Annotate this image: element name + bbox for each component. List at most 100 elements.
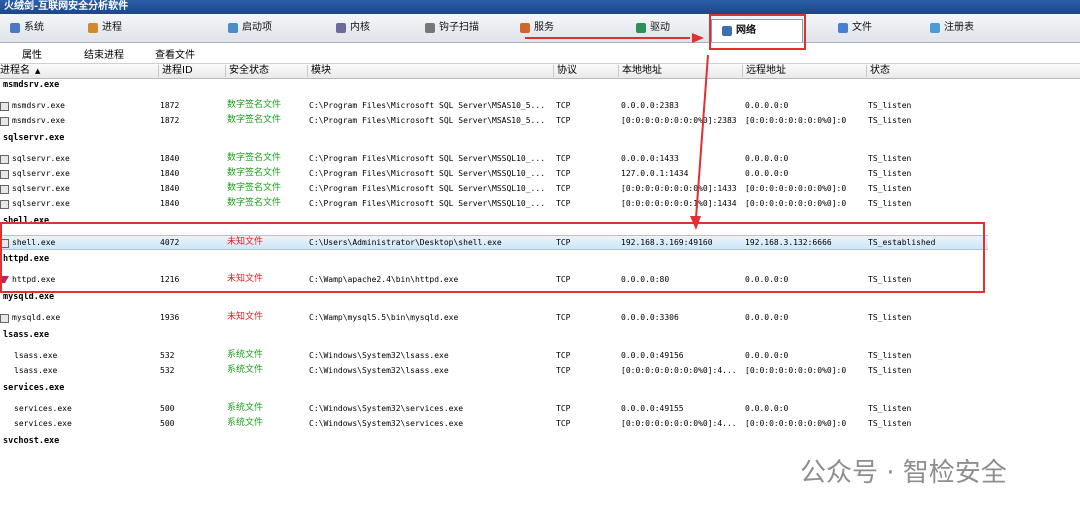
watermark: 公众号 · 智检安全 bbox=[800, 458, 1007, 488]
cell-state: TS_listen bbox=[868, 199, 912, 208]
cell-local: 0.0.0.0:49156 bbox=[621, 351, 684, 360]
cell-status: 未知文件 bbox=[227, 312, 264, 322]
cell-proto: TCP bbox=[556, 275, 571, 284]
cell-local: [0:0:0:0:0:0:0:0%0]:4... bbox=[621, 419, 737, 428]
column-header[interactable]: 协议 bbox=[553, 65, 577, 77]
cell-state: TS_listen bbox=[868, 169, 912, 178]
tab-label: 服务 bbox=[534, 22, 554, 33]
cell-module: C:\Users\Administrator\Desktop\shell.exe bbox=[309, 238, 502, 247]
cell-state: TS_listen bbox=[868, 184, 912, 193]
cell-local: [0:0:0:0:0:0:0:0%0]:4... bbox=[621, 366, 737, 375]
column-header[interactable]: 模块 bbox=[307, 65, 331, 77]
process-icon bbox=[0, 185, 9, 194]
column-header[interactable]: 进程名 bbox=[0, 65, 30, 77]
cell-module: C:\Program Files\Microsoft SQL Server\MS… bbox=[309, 116, 546, 125]
column-header[interactable]: 本地地址 bbox=[618, 65, 662, 77]
cell-proc: services.exe bbox=[14, 404, 72, 413]
tab-service[interactable]: 服务 bbox=[520, 17, 554, 39]
tab-system[interactable]: 系统 bbox=[10, 17, 44, 39]
process-group-header[interactable]: shell.exe bbox=[3, 216, 49, 226]
cell-proto: TCP bbox=[556, 116, 571, 125]
table-row[interactable]: sqlservr.exe 1840 数字签名文件 C:\Program Files\M… bbox=[0, 197, 1080, 210]
process-group-header[interactable]: sqlservr.exe bbox=[3, 133, 64, 143]
cell-status: 系统文件 bbox=[227, 403, 264, 413]
table-row[interactable]: services.exe 500 系统文件 C:\Windows\System32\s… bbox=[0, 417, 1080, 430]
cell-proto: TCP bbox=[556, 154, 571, 163]
tab-label: 注册表 bbox=[944, 22, 974, 33]
tab-file[interactable]: 文件 bbox=[838, 17, 872, 39]
table-row[interactable]: lsass.exe 532 系统文件 C:\Windows\System32\lsas… bbox=[0, 349, 1080, 362]
table-row[interactable]: msmdsrv.exe 1872 数字签名文件 C:\Program Files\Mi… bbox=[0, 114, 1080, 127]
process-group-header[interactable]: httpd.exe bbox=[3, 254, 49, 264]
cell-local: 0.0.0.0:1433 bbox=[621, 154, 679, 163]
cell-proto: TCP bbox=[556, 101, 571, 110]
cell-proc: lsass.exe bbox=[14, 351, 58, 360]
cell-proc: httpd.exe bbox=[12, 275, 56, 284]
registry-icon bbox=[930, 23, 940, 33]
toolbar: 属性 结束进程 查看文件 bbox=[0, 43, 1080, 64]
cell-status: 数字签名文件 bbox=[227, 198, 282, 208]
process-icon bbox=[0, 200, 9, 209]
cell-module: C:\Windows\System32\services.exe bbox=[309, 404, 464, 413]
cell-local: 0.0.0.0:80 bbox=[621, 275, 670, 284]
cell-remote: 0.0.0.0:0 bbox=[745, 275, 789, 284]
tab-hook[interactable]: 钩子扫描 bbox=[425, 17, 479, 39]
end-process-button[interactable]: 结束进程 bbox=[84, 46, 124, 61]
column-header[interactable]: 状态 bbox=[866, 65, 890, 77]
process-icon bbox=[0, 102, 9, 111]
cell-proc: lsass.exe bbox=[14, 366, 58, 375]
process-group-header[interactable]: mysqld.exe bbox=[3, 292, 54, 302]
tab-network[interactable]: 网络 bbox=[711, 19, 803, 42]
properties-button[interactable]: 属性 bbox=[22, 46, 42, 61]
cell-pid: 1216 bbox=[160, 275, 180, 284]
table-row[interactable]: shell.exe 4072 未知文件 C:\Users\Administrator\… bbox=[0, 235, 988, 250]
cell-pid: 500 bbox=[160, 419, 175, 428]
cell-proc: services.exe bbox=[14, 419, 72, 428]
table-row[interactable]: sqlservr.exe 1840 数字签名文件 C:\Program Files\M… bbox=[0, 167, 1080, 180]
cell-pid: 532 bbox=[160, 351, 175, 360]
cell-remote: [0:0:0:0:0:0:0:0%0]:0 bbox=[745, 419, 847, 428]
process-group-header[interactable]: lsass.exe bbox=[3, 330, 49, 340]
cell-remote: 192.168.3.132:6666 bbox=[745, 238, 832, 247]
tab-registry[interactable]: 注册表 bbox=[930, 17, 974, 39]
tab-kernel[interactable]: 内核 bbox=[336, 17, 370, 39]
cell-local: [0:0:0:0:0:0:0:0%0]:2383 bbox=[621, 116, 737, 125]
cell-proto: TCP bbox=[556, 366, 571, 375]
main-tab-bar: 系统 进程 启动项 内核 钩子扫描 服务 驱动 网络 文件 注册表 bbox=[0, 14, 1080, 43]
cell-local: 0.0.0.0:49155 bbox=[621, 404, 684, 413]
cell-local: 0.0.0.0:3306 bbox=[621, 313, 679, 322]
process-icon bbox=[0, 276, 10, 283]
column-header[interactable]: 安全状态 bbox=[225, 65, 269, 77]
service-icon bbox=[520, 23, 530, 33]
column-header[interactable]: 远程地址 bbox=[742, 65, 786, 77]
cell-proto: TCP bbox=[556, 184, 571, 193]
process-group-header[interactable]: msmdsrv.exe bbox=[3, 80, 59, 90]
cell-proc: sqlservr.exe bbox=[12, 154, 70, 163]
cell-proto: TCP bbox=[556, 351, 571, 360]
cell-state: TS_listen bbox=[868, 101, 912, 110]
table-row[interactable]: sqlservr.exe 1840 数字签名文件 C:\Program Files\M… bbox=[0, 182, 1080, 195]
cell-proc: shell.exe bbox=[12, 238, 56, 247]
process-icon bbox=[0, 117, 9, 126]
table-row[interactable]: sqlservr.exe 1840 数字签名文件 C:\Program Files\M… bbox=[0, 152, 1080, 165]
process-group-header[interactable]: svchost.exe bbox=[3, 436, 59, 446]
table-row[interactable]: services.exe 500 系统文件 C:\Windows\System32\s… bbox=[0, 402, 1080, 415]
tab-label: 驱动 bbox=[650, 22, 670, 33]
cell-remote: [0:0:0:0:0:0:0:0%0]:0 bbox=[745, 199, 847, 208]
table-row[interactable]: msmdsrv.exe 1872 数字签名文件 C:\Program Files\Mi… bbox=[0, 99, 1080, 112]
column-header[interactable]: 进程ID bbox=[158, 65, 193, 77]
cell-pid: 1872 bbox=[160, 101, 180, 110]
cell-module: C:\Windows\System32\services.exe bbox=[309, 419, 464, 428]
cell-pid: 500 bbox=[160, 404, 175, 413]
cell-module: C:\Program Files\Microsoft SQL Server\MS… bbox=[309, 184, 546, 193]
process-group-header[interactable]: services.exe bbox=[3, 383, 64, 393]
table-row[interactable]: mysqld.exe 1936 未知文件 C:\Wamp\mysql5.5\bin\m… bbox=[0, 311, 1080, 324]
table-row[interactable]: lsass.exe 532 系统文件 C:\Windows\System32\lsas… bbox=[0, 364, 1080, 377]
tab-driver[interactable]: 驱动 bbox=[636, 17, 670, 39]
tab-process[interactable]: 进程 bbox=[88, 17, 122, 39]
view-file-button[interactable]: 查看文件 bbox=[155, 46, 195, 61]
kernel-icon bbox=[336, 23, 346, 33]
tab-label: 网络 bbox=[736, 25, 756, 36]
table-row[interactable]: httpd.exe 1216 未知文件 C:\Wamp\apache2.4\bin\h… bbox=[0, 273, 1080, 286]
tab-startup[interactable]: 启动项 bbox=[228, 17, 272, 39]
